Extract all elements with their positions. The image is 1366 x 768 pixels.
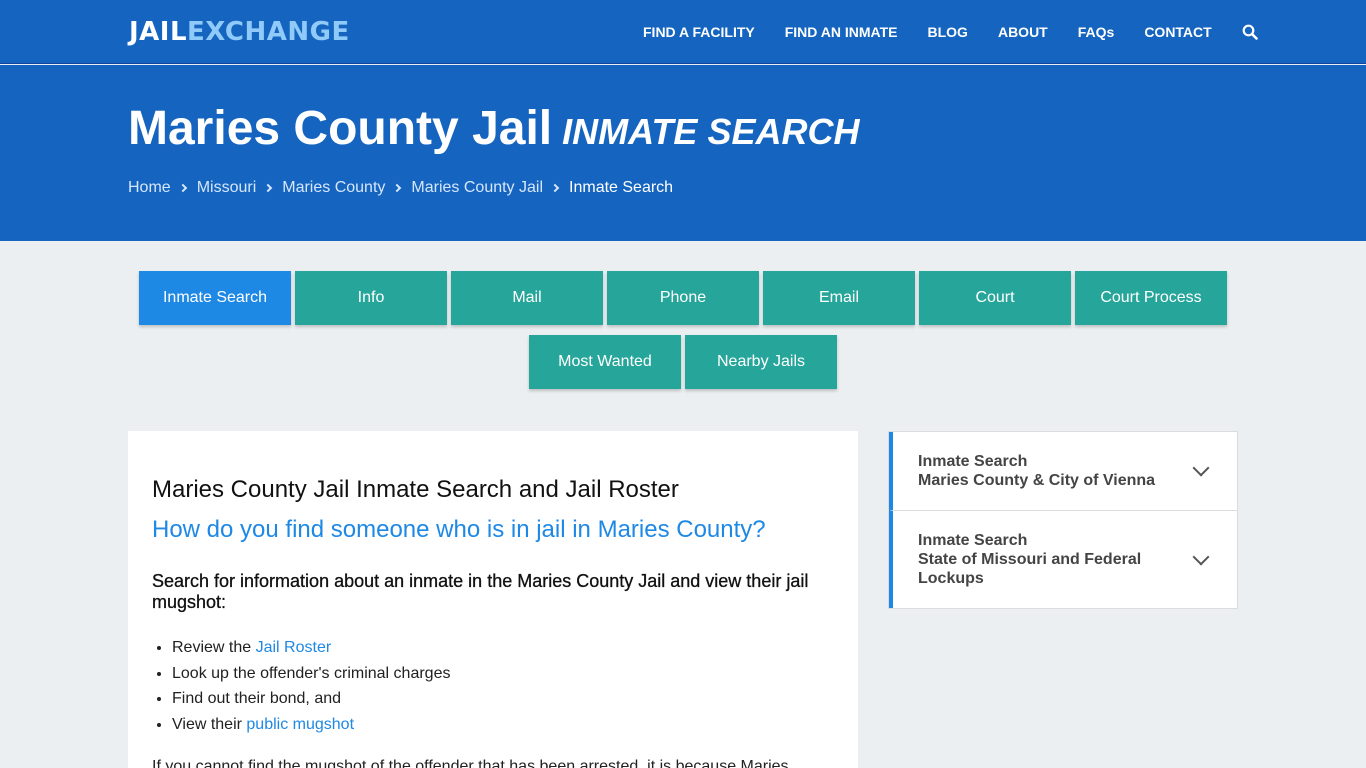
tab-row-2: Most Wanted Nearby Jails <box>0 335 1366 389</box>
chevron-down-icon[interactable] <box>1192 548 1210 565</box>
tab-court[interactable]: Court <box>919 271 1071 325</box>
chevron-down-icon[interactable] <box>1192 459 1210 477</box>
nav-about[interactable]: ABOUT <box>998 24 1048 40</box>
accordion-item-subtitle: State of Missouri and Federal Lockups <box>918 551 1142 587</box>
site-logo[interactable]: JAILEXCHANGE <box>129 17 350 47</box>
top-navbar: JAILEXCHANGE FIND A FACILITY FIND AN INM… <box>0 0 1366 64</box>
main-nav: FIND A FACILITY FIND AN INMATE BLOG ABOU… <box>643 22 1258 42</box>
logo-part-exchange: EXCHANGE <box>187 17 350 47</box>
sidebar-accordion: Inmate Search Maries County & City of Vi… <box>888 431 1238 609</box>
nav-find-an-inmate[interactable]: FIND AN INMATE <box>785 24 898 40</box>
nav-contact[interactable]: CONTACT <box>1144 24 1211 40</box>
chevron-right-icon <box>178 183 187 193</box>
list-item: Look up the offender's criminal charges <box>172 661 834 687</box>
breadcrumb: Home Missouri Maries County Maries Count… <box>128 179 673 197</box>
accordion-item-state-inmate-search[interactable]: Inmate Search State of Missouri and Fede… <box>889 511 1237 608</box>
tab-nearby-jails[interactable]: Nearby Jails <box>685 335 837 389</box>
info-list: Review the Jail Roster Look up the offen… <box>172 635 834 737</box>
tab-court-process[interactable]: Court Process <box>1075 271 1227 325</box>
chevron-right-icon <box>550 183 560 193</box>
tab-row-1: Inmate Search Info Mail Phone Email Cour… <box>0 271 1366 325</box>
accordion-item-title: Inmate Search <box>918 453 1028 470</box>
accordion-item-county-inmate-search[interactable]: Inmate Search Maries County & City of Vi… <box>889 432 1237 511</box>
breadcrumb-maries-county[interactable]: Maries County <box>282 179 385 197</box>
breadcrumb-missouri[interactable]: Missouri <box>197 179 257 197</box>
page-title-main: Maries County Jail <box>128 102 553 155</box>
content-heading: Maries County Jail Inmate Search and Jai… <box>152 476 679 503</box>
section-tabs: Inmate Search Info Mail Phone Email Cour… <box>0 271 1366 399</box>
jail-roster-link[interactable]: Jail Roster <box>256 639 332 656</box>
page-hero: Maries County Jail INMATE SEARCH Home Mis… <box>0 65 1366 241</box>
nav-find-a-facility[interactable]: FIND A FACILITY <box>643 24 755 40</box>
tab-info[interactable]: Info <box>295 271 447 325</box>
logo-part-jail: JAIL <box>129 17 188 47</box>
main-content-card: Maries County Jail Inmate Search and Jai… <box>128 431 858 768</box>
breadcrumb-home[interactable]: Home <box>128 179 171 197</box>
page-title-subtitle: INMATE SEARCH <box>562 111 860 152</box>
chevron-right-icon <box>264 183 273 193</box>
tab-most-wanted[interactable]: Most Wanted <box>529 335 681 389</box>
content-paragraph: If you cannot find the mugshot of the of… <box>152 758 789 768</box>
breadcrumb-current: Inmate Search <box>569 179 674 196</box>
search-icon[interactable] <box>1242 24 1258 40</box>
page-title: Maries County Jail INMATE SEARCH <box>128 101 859 160</box>
public-mugshot-link[interactable]: public mugshot <box>246 716 354 733</box>
tab-mail[interactable]: Mail <box>451 271 603 325</box>
breadcrumb-maries-county-jail[interactable]: Maries County Jail <box>411 179 543 197</box>
accordion-item-subtitle: Maries County & City of Vienna <box>918 472 1156 489</box>
accordion-item-title: Inmate Search <box>918 532 1028 549</box>
list-item-text: Find out their bond, and <box>172 690 342 707</box>
list-item: View their public mugshot <box>172 712 834 738</box>
chevron-right-icon <box>393 183 402 193</box>
tab-phone[interactable]: Phone <box>607 271 759 325</box>
content-intro: Search for information about an inmate i… <box>152 571 809 612</box>
tab-email[interactable]: Email <box>763 271 915 325</box>
nav-faqs[interactable]: FAQs <box>1078 24 1115 40</box>
list-item-text: Review the <box>172 639 256 656</box>
list-item: Find out their bond, and <box>172 686 834 712</box>
list-item-text: Look up the offender's criminal charges <box>172 664 451 682</box>
nav-blog[interactable]: BLOG <box>928 24 968 40</box>
list-item: Review the Jail Roster <box>172 635 834 661</box>
list-item-text: View their <box>172 715 247 733</box>
content-question: How do you find someone who is in jail i… <box>152 516 766 543</box>
tab-inmate-search[interactable]: Inmate Search <box>139 271 291 325</box>
